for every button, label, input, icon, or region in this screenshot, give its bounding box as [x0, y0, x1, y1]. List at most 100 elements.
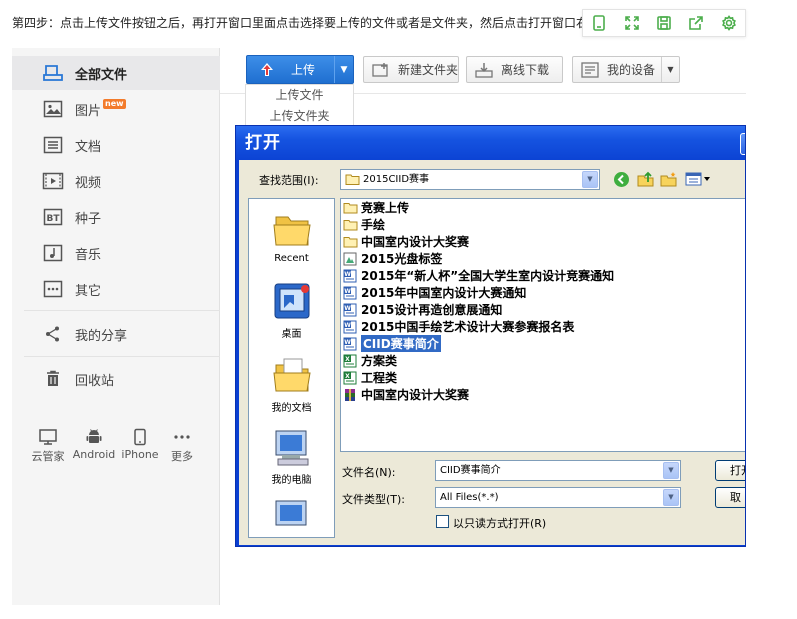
excel-icon: X	[343, 371, 359, 385]
place-my-documents[interactable]: 我的文档	[249, 353, 334, 414]
menu-item-upload-file[interactable]: 上传文件	[246, 85, 353, 106]
expand-icon[interactable]	[622, 13, 642, 33]
dialog-body: 查找范围(I): 2015CIID赛事 ▼ Recent 桌面 我的文档 我的电…	[239, 160, 745, 545]
word-doc-icon: W	[343, 269, 359, 283]
android-icon	[69, 426, 119, 448]
upload-dropdown-menu: 上传文件 上传文件夹	[245, 84, 354, 126]
sidebar-item-images[interactable]: 图片 new	[12, 92, 220, 126]
all-files-icon	[42, 62, 64, 84]
chevron-down-icon[interactable]: ▼	[582, 171, 598, 188]
sidebar-item-all-files[interactable]: 全部文件	[12, 56, 220, 90]
look-in-combobox[interactable]: 2015CIID赛事 ▼	[340, 169, 600, 190]
cancel-button[interactable]: 取	[715, 487, 745, 508]
dialog-help-button[interactable]	[740, 133, 745, 155]
file-list: 竞赛上传 手绘 中国室内设计大奖赛 2015光盘标签 W 2015年“新人杯”全国…	[340, 198, 745, 452]
chevron-down-icon[interactable]: ▼	[663, 462, 679, 479]
word-doc-icon: W	[343, 337, 359, 351]
upload-button[interactable]: 上传 ▼	[246, 55, 354, 84]
svg-text:W: W	[344, 288, 351, 295]
list-item[interactable]: W 2015年中国室内设计大赛通知	[343, 284, 526, 301]
svg-text:BT: BT	[47, 214, 61, 224]
filetype-select[interactable]: All Files(*.*) ▼	[435, 487, 681, 508]
save-icon[interactable]	[654, 13, 674, 33]
menu-item-upload-folder[interactable]: 上传文件夹	[246, 106, 353, 127]
sidebar-item-videos[interactable]: 视频	[12, 164, 220, 198]
view-menu-icon[interactable]	[685, 172, 711, 189]
readonly-label: 以只读方式打开(R)	[453, 517, 547, 530]
sidebar: 全部文件 图片 new 文档 视频 BT 种子 音乐 其它 我的分享 回收站 云管…	[12, 48, 220, 605]
sidebar-divider	[24, 310, 220, 311]
sidebar-divider	[24, 356, 220, 357]
up-folder-icon[interactable]	[637, 170, 655, 191]
place-recent[interactable]: Recent	[249, 207, 334, 264]
list-item[interactable]: 中国室内设计大奖赛	[343, 233, 469, 250]
new-badge: new	[103, 99, 126, 109]
open-button[interactable]: 打开	[715, 460, 745, 481]
folder-icon	[343, 201, 359, 215]
device-more[interactable]: 更多	[157, 426, 207, 464]
new-folder-button[interactable]: 新建文件夹	[363, 56, 459, 83]
place-network[interactable]	[249, 495, 334, 541]
trash-icon	[42, 368, 64, 390]
svg-text:W: W	[344, 322, 351, 329]
list-item[interactable]: W 2015年“新人杯”全国大学生室内设计竞赛通知	[343, 267, 614, 284]
sidebar-item-other[interactable]: 其它	[12, 272, 220, 306]
music-icon	[42, 242, 64, 264]
dialog-title-bar[interactable]: 打开	[236, 126, 745, 160]
list-item[interactable]: W 2015设计再造创意展通知	[343, 301, 502, 318]
my-devices-button[interactable]: 我的设备 ▼	[572, 56, 680, 83]
sidebar-item-recycle-bin[interactable]: 回收站	[12, 362, 220, 396]
list-item[interactable]: 竞赛上传	[343, 199, 409, 216]
upload-main[interactable]: 上传	[247, 56, 335, 83]
sidebar-item-my-share[interactable]: 我的分享	[12, 317, 220, 351]
image-file-icon	[343, 252, 359, 266]
place-desktop[interactable]: 桌面	[249, 279, 334, 340]
look-in-label: 查找范围(I):	[259, 174, 319, 187]
device-cloud-manager[interactable]: 云管家	[23, 426, 73, 464]
image-icon	[42, 98, 64, 120]
share-icon[interactable]	[686, 13, 706, 33]
sidebar-item-torrents[interactable]: BT 种子	[12, 200, 220, 234]
list-item[interactable]: 2015光盘标签	[343, 250, 442, 267]
my-computer-icon	[270, 425, 314, 469]
my-documents-icon	[270, 353, 314, 397]
bt-icon: BT	[42, 206, 64, 228]
folder-icon	[343, 235, 359, 249]
desktop-icon	[270, 279, 314, 323]
download-icon	[475, 62, 493, 78]
instruction-text: 第四步：点击上传文件按钮之后，再打开窗口里面点击选择要上传的文件或者是文件夹，然…	[12, 16, 589, 30]
list-item[interactable]: 手绘	[343, 216, 385, 233]
upload-icon	[259, 62, 275, 78]
svg-text:X: X	[345, 356, 350, 363]
device-android[interactable]: Android	[69, 426, 119, 461]
more-icon	[42, 278, 64, 300]
list-item-selected[interactable]: W CIID赛事简介	[343, 335, 441, 352]
svg-text:W: W	[344, 271, 351, 278]
video-icon	[42, 170, 64, 192]
new-folder-icon	[372, 62, 390, 78]
offline-download-button[interactable]: 离线下载	[466, 56, 563, 83]
upload-dropdown-arrow[interactable]: ▼	[335, 65, 353, 75]
back-icon[interactable]	[613, 171, 630, 191]
new-folder-icon[interactable]	[660, 171, 678, 190]
list-item[interactable]: X 方案类	[343, 352, 397, 369]
readonly-checkbox[interactable]	[436, 515, 449, 528]
word-doc-icon: W	[343, 303, 359, 317]
place-my-computer[interactable]: 我的电脑	[249, 425, 334, 486]
list-item[interactable]: 中国室内设计大奖赛	[343, 386, 469, 403]
sidebar-item-music[interactable]: 音乐	[12, 236, 220, 270]
device-icon	[581, 61, 599, 78]
sidebar-item-documents[interactable]: 文档	[12, 128, 220, 162]
filename-input[interactable]: CIID赛事简介 ▼	[435, 460, 681, 481]
folder-icon	[343, 218, 359, 232]
open-file-dialog: 打开 查找范围(I): 2015CIID赛事 ▼ Recent 桌面 我的文档	[235, 125, 746, 547]
settings-icon[interactable]	[719, 13, 739, 33]
excel-icon: X	[343, 354, 359, 368]
list-item[interactable]: W 2015中国手绘艺术设计大赛参赛报名表	[343, 318, 574, 335]
phone-icon[interactable]	[589, 13, 609, 33]
list-item[interactable]: X 工程类	[343, 369, 397, 386]
chevron-down-icon[interactable]: ▼	[663, 489, 679, 506]
floating-toolbar	[582, 9, 746, 37]
my-devices-dropdown-arrow[interactable]: ▼	[661, 57, 679, 82]
share-icon	[42, 323, 64, 345]
